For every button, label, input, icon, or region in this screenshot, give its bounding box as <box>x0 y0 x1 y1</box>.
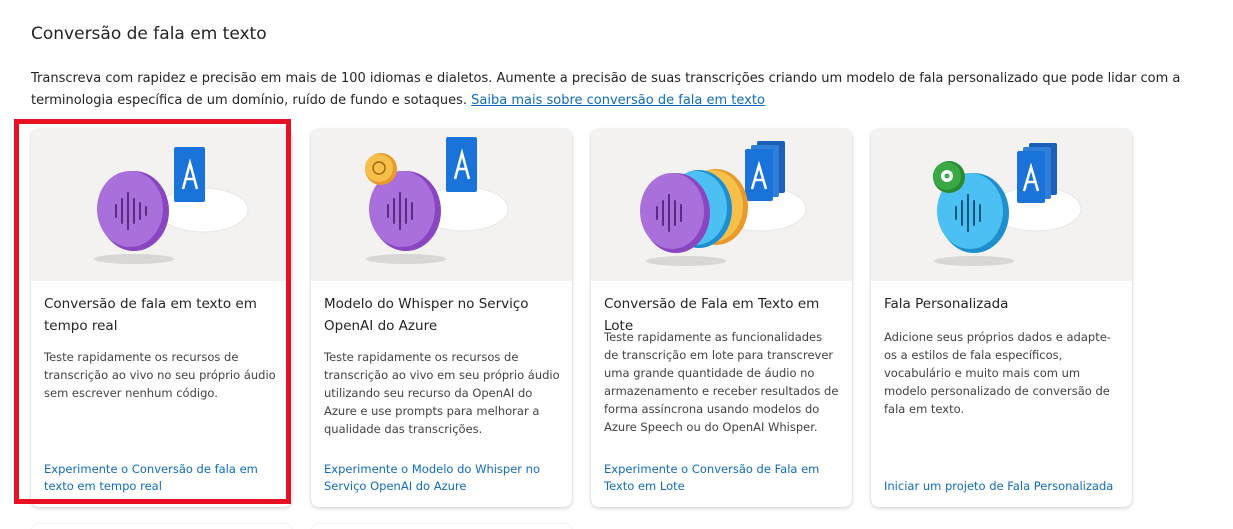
card-description: Adicione seus próprios dados e adapte-os… <box>884 330 1111 416</box>
card-description: Teste rapidamente os recursos de transcr… <box>44 350 276 400</box>
card-description: Teste rapidamente os recursos de transcr… <box>324 350 560 436</box>
speech-to-text-illustration <box>31 129 292 281</box>
section-description: Transcreva com rapidez e precisão em mai… <box>31 68 1211 112</box>
card-title: Modelo do Whisper no Serviço OpenAI do A… <box>324 296 529 334</box>
try-realtime-link[interactable]: Experimente o Conversão de fala em texto… <box>44 461 280 495</box>
try-batch-link[interactable]: Experimente o Conversão de Fala em Texto… <box>604 461 840 495</box>
next-row-card-edge <box>311 524 572 529</box>
learn-more-link[interactable]: Saiba mais sobre conversão de fala em te… <box>471 93 765 108</box>
card-realtime-speech-to-text[interactable]: Conversão de fala em texto em tempo real… <box>31 129 292 507</box>
start-custom-speech-link[interactable]: Iniciar um projeto de Fala Personalizada <box>884 478 1120 495</box>
card-custom-speech[interactable]: Fala Personalizada Adicione seus próprio… <box>871 129 1132 507</box>
card-title: Fala Personalizada <box>884 296 1009 312</box>
next-row-card-edge <box>31 524 292 529</box>
try-whisper-link[interactable]: Experimente o Modelo do Whisper no Servi… <box>324 461 560 495</box>
card-batch-transcription[interactable]: Conversão de Fala em Texto em Lote Teste… <box>591 129 852 507</box>
whisper-openai-illustration <box>311 129 572 281</box>
card-description: Teste rapidamente as funcionalidades de … <box>604 330 839 434</box>
speech-to-text-section: Conversão de fala em texto Transcreva co… <box>0 0 1233 529</box>
card-title: Conversão de fala em texto em tempo real <box>44 296 257 334</box>
batch-transcription-illustration <box>591 129 852 281</box>
custom-speech-illustration <box>871 129 1132 281</box>
section-title: Conversão de fala em texto <box>31 24 267 44</box>
card-whisper-openai[interactable]: Modelo do Whisper no Serviço OpenAI do A… <box>311 129 572 507</box>
